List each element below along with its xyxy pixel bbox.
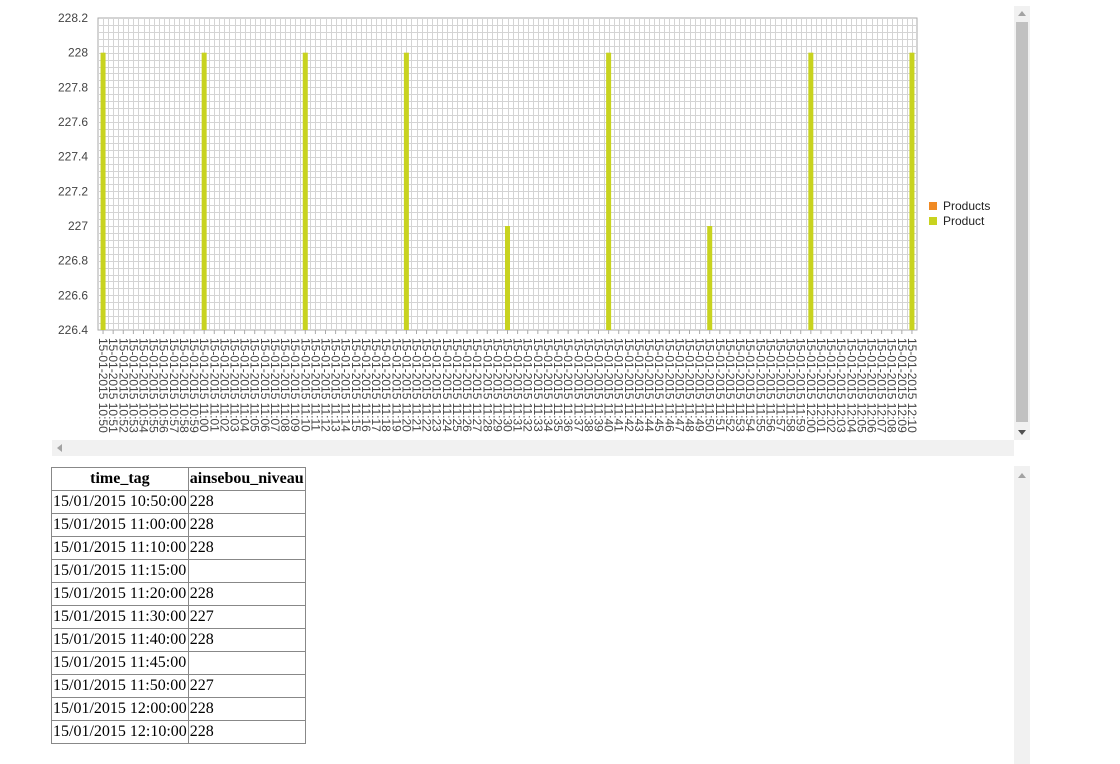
y-tick-label: 227.4: [58, 150, 88, 164]
table-row: 15/01/2015 10:50:00 228: [51, 490, 306, 514]
cell-time-tag: 15/01/2015 12:10:00: [51, 720, 189, 744]
scrollbar-thumb[interactable]: [1016, 22, 1028, 422]
header-ainsebou-niveau: ainsebou_niveau: [187, 467, 306, 491]
table-row: 15/01/2015 11:40:00 228: [51, 628, 306, 652]
cell-time-tag: 15/01/2015 11:50:00: [51, 674, 189, 698]
bar-chart: 226.4 226.6 226.8 227 227.2 227.4 227.6 227.8 22…: [58, 11, 990, 433]
cell-niveau: [187, 559, 306, 583]
cell-niveau: 227: [187, 605, 306, 629]
legend-entry: Product: [943, 214, 985, 228]
table-row: 15/01/2015 11:15:00: [51, 559, 306, 583]
cell-time-tag: 15/01/2015 11:45:00: [51, 651, 189, 675]
y-tick-label: 226.8: [58, 254, 88, 268]
cell-time-tag: 15/01/2015 11:20:00: [51, 582, 189, 606]
bar: [403, 52, 409, 331]
cell-time-tag: 15/01/2015 12:00:00: [51, 697, 189, 721]
cell-niveau: 228: [187, 513, 306, 537]
x-tick-label: 15-01-2015 12:10: [905, 338, 919, 433]
table-header-row: time_tag ainsebou_niveau: [51, 467, 306, 491]
table-vertical-scrollbar[interactable]: [1014, 466, 1030, 764]
table-row: 15/01/2015 11:50:00 227: [51, 674, 306, 698]
y-tick-label: 226.6: [58, 288, 88, 302]
bar: [606, 52, 612, 331]
cell-time-tag: 15/01/2015 11:40:00: [51, 628, 189, 652]
data-table: time_tag ainsebou_niveau 15/01/2015 10:5…: [51, 467, 306, 744]
y-tick-label: 227.6: [58, 115, 88, 129]
chart-vertical-scrollbar[interactable]: [1014, 6, 1030, 440]
y-tick-label: 227.2: [58, 184, 88, 198]
bar: [909, 52, 915, 331]
legend-entry: Products: [943, 199, 990, 213]
cell-niveau: [187, 651, 306, 675]
table-row: 15/01/2015 11:00:00 228: [51, 513, 306, 537]
bar: [100, 52, 106, 331]
table-row: 15/01/2015 12:00:00 228: [51, 697, 306, 721]
legend-swatch: [929, 202, 937, 210]
cell-time-tag: 15/01/2015 11:00:00: [51, 513, 189, 537]
cell-time-tag: 15/01/2015 10:50:00: [51, 490, 189, 514]
chart-pane: 226.4 226.6 226.8 227 227.2 227.4 227.6 227.8 22…: [52, 6, 1014, 440]
cell-niveau: 228: [187, 490, 306, 514]
cell-niveau: 228: [187, 720, 306, 744]
y-tick-label: 227.8: [58, 80, 88, 94]
chart-horizontal-scrollbar[interactable]: [52, 440, 1014, 456]
y-tick-label: 228: [68, 46, 88, 60]
cell-niveau: 227: [187, 674, 306, 698]
table-row: 15/01/2015 12:10:00 228: [51, 720, 306, 744]
scroll-up-arrow-icon[interactable]: [1018, 473, 1026, 478]
cell-time-tag: 15/01/2015 11:15:00: [51, 559, 189, 583]
y-tick-label: 226.4: [58, 323, 88, 337]
bar: [505, 226, 510, 330]
y-tick-label: 227: [68, 219, 88, 233]
cell-niveau: 228: [187, 536, 306, 560]
table-row: 15/01/2015 11:20:00 228: [51, 582, 306, 606]
y-tick-label: 228.2: [58, 11, 88, 25]
bar: [201, 52, 207, 331]
bar: [808, 52, 814, 331]
scroll-up-arrow-icon[interactable]: [1018, 11, 1026, 16]
cell-niveau: 228: [187, 582, 306, 606]
bar: [707, 226, 713, 330]
table-row: 15/01/2015 11:10:00 228: [51, 536, 306, 560]
cell-niveau: 228: [187, 628, 306, 652]
scroll-left-arrow-icon[interactable]: [57, 444, 62, 452]
cell-time-tag: 15/01/2015 11:10:00: [51, 536, 189, 560]
header-time-tag: time_tag: [51, 467, 189, 491]
cell-time-tag: 15/01/2015 11:30:00: [51, 605, 189, 629]
legend-swatch: [929, 217, 937, 225]
table-row: 15/01/2015 11:45:00: [51, 651, 306, 675]
cell-niveau: 228: [187, 697, 306, 721]
table-row: 15/01/2015 11:30:00 227: [51, 605, 306, 629]
bar: [302, 52, 308, 331]
scroll-down-arrow-icon[interactable]: [1018, 430, 1026, 435]
